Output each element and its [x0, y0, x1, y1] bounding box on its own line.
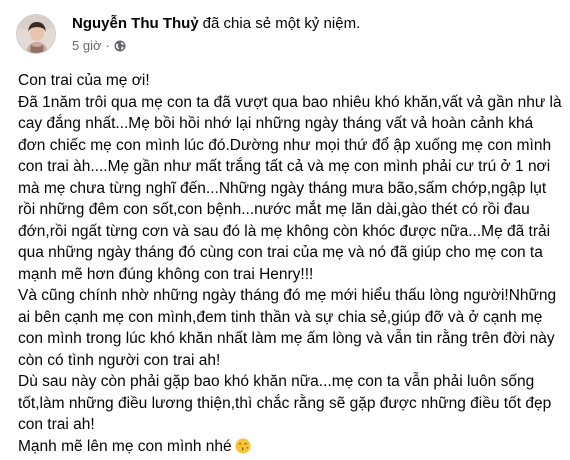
kiss-face-icon: [235, 438, 251, 454]
post-header: Nguyễn Thu Thuỷ đã chia sẻ một kỷ niệm.: [72, 14, 360, 34]
post-paragraph-2: Và cũng chính nhờ những ngày tháng đó mẹ…: [18, 287, 557, 369]
avatar[interactable]: [16, 14, 56, 54]
post-body: Con trai của mẹ ơi! Đã 1năm trôi qua mẹ …: [18, 70, 563, 457]
post-meta: 5 giờ ·: [72, 38, 126, 54]
author-name[interactable]: Nguyễn Thu Thuỷ: [72, 15, 199, 32]
post-paragraph-1: Đã 1năm trôi qua mẹ con ta đã vượt qua b…: [18, 93, 562, 283]
profile-photo: [17, 15, 55, 53]
meta-separator: ·: [105, 38, 110, 53]
post-closing-line: Mạnh mẽ lên mẹ con mình nhé: [18, 436, 563, 458]
post-closing-text: Mạnh mẽ lên mẹ con mình nhé: [18, 437, 232, 455]
post-paragraph-3: Dù sau này còn phải gặp bao khó khăn nữa…: [18, 373, 552, 433]
globe-icon[interactable]: [114, 40, 126, 52]
post-action-text: đã chia sẻ một kỷ niệm.: [202, 15, 361, 32]
post-card: Nguyễn Thu Thuỷ đã chia sẻ một kỷ niệm. 5…: [0, 0, 570, 455]
post-line-greeting: Con trai của mẹ ơi!: [18, 72, 150, 89]
post-time[interactable]: 5 giờ: [72, 38, 102, 54]
